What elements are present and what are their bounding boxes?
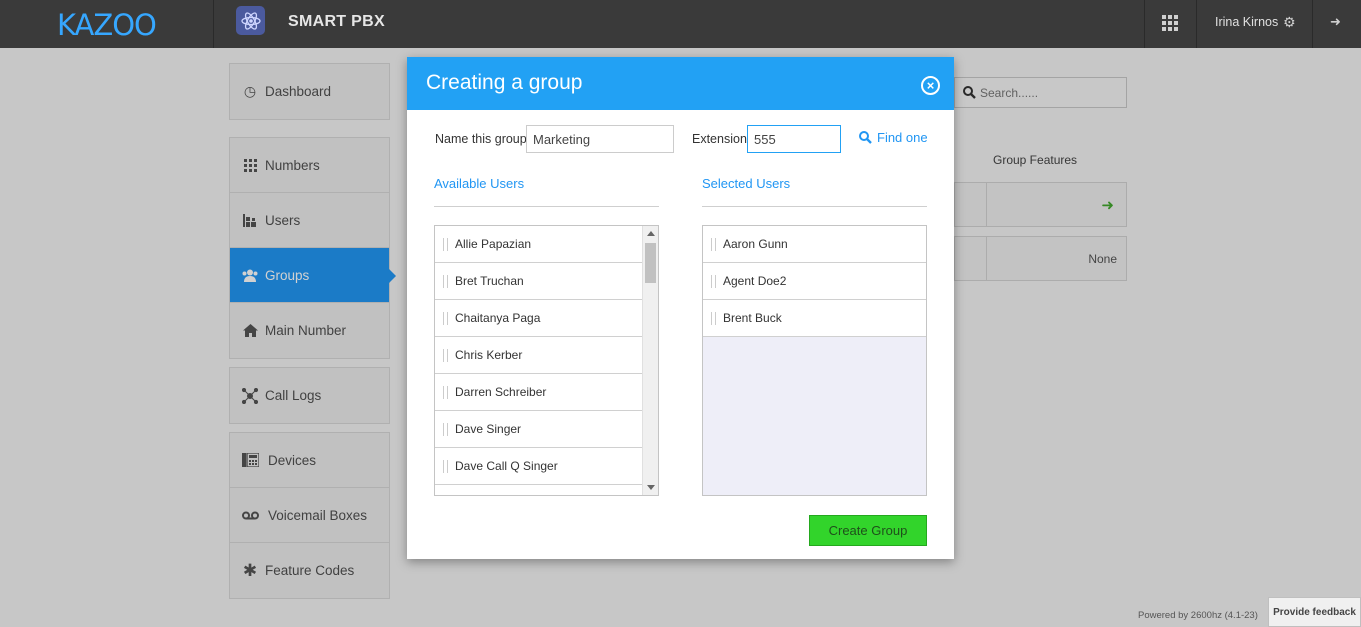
user-name: Bret Truchan xyxy=(455,274,524,288)
drag-handle-icon[interactable] xyxy=(435,312,455,325)
drag-handle-icon[interactable] xyxy=(435,238,455,251)
divider xyxy=(702,206,927,207)
extension-input[interactable] xyxy=(747,125,841,153)
find-one-link[interactable]: Find one xyxy=(859,130,928,145)
user-name: Brent Buck xyxy=(723,311,782,325)
app-title: SMART PBX xyxy=(288,13,385,30)
dialog-header: Creating a group × xyxy=(407,57,954,110)
user-name: Chaitanya Paga xyxy=(455,311,541,325)
list-item[interactable]: Dave Singer xyxy=(435,411,643,448)
navbar-divider xyxy=(1196,0,1197,48)
list-item[interactable]: Agent Doe2 xyxy=(703,263,926,300)
powered-by-text: Powered by 2600hz (4.1-23) xyxy=(1138,610,1258,621)
drag-handle-icon[interactable] xyxy=(703,275,723,288)
close-icon[interactable]: × xyxy=(921,76,940,95)
list-item[interactable]: Allie Papazian xyxy=(435,226,643,263)
drag-handle-icon[interactable] xyxy=(435,423,455,436)
search-icon xyxy=(859,131,872,144)
list-item[interactable]: Chris Kerber xyxy=(435,337,643,374)
list-item[interactable]: Darren Schreiber xyxy=(435,374,643,411)
list-item[interactable]: Bret Truchan xyxy=(435,263,643,300)
selected-users-title: Selected Users xyxy=(702,176,791,191)
scrollbar-thumb[interactable] xyxy=(645,243,656,283)
available-users-list[interactable]: Allie Papazian Bret Truchan Chaitanya Pa… xyxy=(434,225,659,496)
list-item[interactable]: Brent Buck xyxy=(703,300,926,337)
divider xyxy=(434,206,659,207)
user-name: Dave Singer xyxy=(455,422,522,436)
user-name[interactable]: Irina Kirnos xyxy=(1215,15,1278,29)
user-name: Dave Call Q Singer xyxy=(455,459,558,473)
find-one-label: Find one xyxy=(877,130,928,145)
provide-feedback-button[interactable]: Provide feedback xyxy=(1268,597,1361,627)
create-group-dialog: Creating a group × Name this group Exten… xyxy=(407,57,954,559)
drag-handle-icon[interactable] xyxy=(435,386,455,399)
list-item[interactable] xyxy=(435,485,643,495)
extension-label: Extension xyxy=(692,132,747,146)
drag-handle-icon[interactable] xyxy=(435,349,455,362)
apps-grid-icon[interactable] xyxy=(1162,15,1178,36)
group-name-input[interactable] xyxy=(526,125,674,153)
scrollbar[interactable] xyxy=(642,226,658,495)
selected-users-list[interactable]: Aaron Gunn Agent Doe2 Brent Buck xyxy=(702,225,927,496)
logout-icon[interactable]: ➜ xyxy=(1330,14,1341,30)
drag-handle-icon[interactable] xyxy=(703,238,723,251)
atom-icon xyxy=(240,11,261,30)
navbar-divider xyxy=(213,0,214,48)
drag-handle-icon[interactable] xyxy=(435,275,455,288)
top-navbar: KAZOO SMART PBX Irina Kirnos ⚙ ➜ xyxy=(0,0,1361,48)
drag-handle-icon[interactable] xyxy=(435,460,455,473)
list-item[interactable]: Dave Call Q Singer xyxy=(435,448,643,485)
group-name-label: Name this group xyxy=(435,132,527,146)
navbar-divider xyxy=(1312,0,1313,48)
scroll-up-icon[interactable] xyxy=(647,231,655,236)
list-item[interactable]: Aaron Gunn xyxy=(703,226,926,263)
user-name: Allie Papazian xyxy=(455,237,532,251)
smart-pbx-app-icon[interactable] xyxy=(236,6,265,35)
scroll-down-icon[interactable] xyxy=(647,485,655,490)
dialog-title: Creating a group xyxy=(426,71,583,94)
user-name: Aaron Gunn xyxy=(723,237,788,251)
user-name: Chris Kerber xyxy=(455,348,523,362)
user-name: Agent Doe2 xyxy=(723,274,787,288)
drag-handle-icon[interactable] xyxy=(703,312,723,325)
create-group-button[interactable]: Create Group xyxy=(809,515,927,546)
navbar-divider xyxy=(1144,0,1145,48)
kazoo-logo[interactable]: KAZOO xyxy=(57,8,157,42)
available-users-title: Available Users xyxy=(434,176,525,191)
list-item[interactable]: Chaitanya Paga xyxy=(435,300,643,337)
user-name: Darren Schreiber xyxy=(455,385,547,399)
gear-icon[interactable]: ⚙ xyxy=(1283,14,1296,31)
